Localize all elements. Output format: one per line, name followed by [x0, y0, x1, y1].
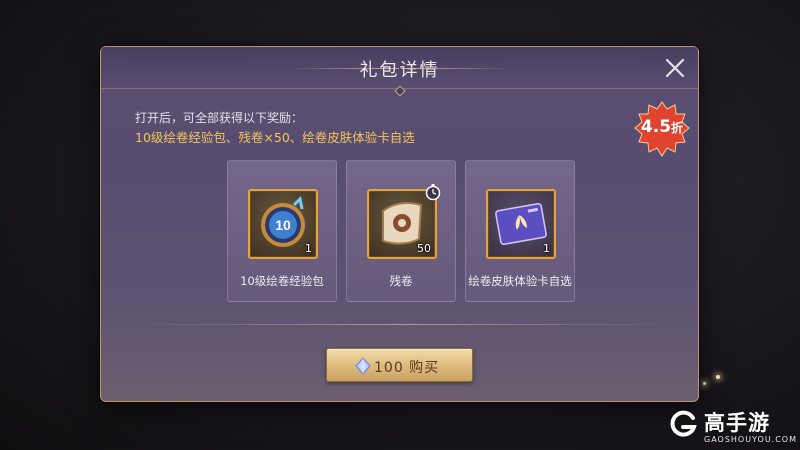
dialog-header: 礼包详情: [101, 47, 698, 97]
item-label: 绘卷皮肤体验卡自选: [468, 274, 572, 288]
buy-button[interactable]: 100 购买: [326, 348, 473, 382]
crystal-gem-icon: [355, 357, 371, 375]
discount-badge: 4.5折: [633, 100, 691, 158]
item-slot: 10 1: [248, 189, 318, 259]
reward-summary: 10级绘卷经验包、残卷×50、绘卷皮肤体验卡自选: [135, 130, 415, 145]
item-label: 残卷: [389, 274, 413, 288]
reward-description: 打开后，可全部获得以下奖励：: [135, 111, 304, 125]
gift-pack-dialog: 礼包详情 打开后，可全部获得以下奖励： 10级绘卷经验包、残卷×50、绘卷皮肤体…: [100, 46, 699, 402]
item-count: 50: [417, 242, 431, 255]
item-count: 1: [305, 242, 312, 255]
discount-value: 4.5: [640, 117, 672, 137]
item-label: 10级绘卷经验包: [240, 274, 324, 288]
watermark-logo: 高手游 GAOSHOUYOU.COM: [668, 407, 796, 447]
sparkle-decoration: [716, 375, 720, 379]
buy-button-label: 100 购买: [374, 360, 440, 376]
watermark-brand: 高手游: [704, 411, 770, 435]
discount-label: 4.5折: [633, 117, 691, 138]
sparkle-decoration: [703, 382, 706, 385]
watermark-domain: GAOSHOUYOU.COM: [704, 435, 798, 444]
brand-g-icon: [670, 410, 697, 437]
reward-card-scroll-fragment[interactable]: 50 残卷: [346, 160, 456, 302]
item-slot: 1: [486, 189, 556, 259]
dialog-title: 礼包详情: [359, 60, 440, 81]
timer-icon: [425, 184, 441, 201]
reward-card-experience-pack[interactable]: 10 1 10级绘卷经验包: [227, 160, 337, 302]
exp-level-text: 10: [275, 217, 291, 233]
close-icon: [665, 58, 685, 78]
section-divider: [133, 324, 673, 325]
title-diamond-ornament: [394, 85, 406, 97]
reward-card-skin-trial[interactable]: 1 绘卷皮肤体验卡自选: [465, 160, 575, 302]
item-count: 1: [543, 242, 550, 255]
close-button[interactable]: [664, 57, 686, 79]
title-ornament-right: [401, 68, 511, 69]
discount-unit: 折: [671, 121, 684, 135]
